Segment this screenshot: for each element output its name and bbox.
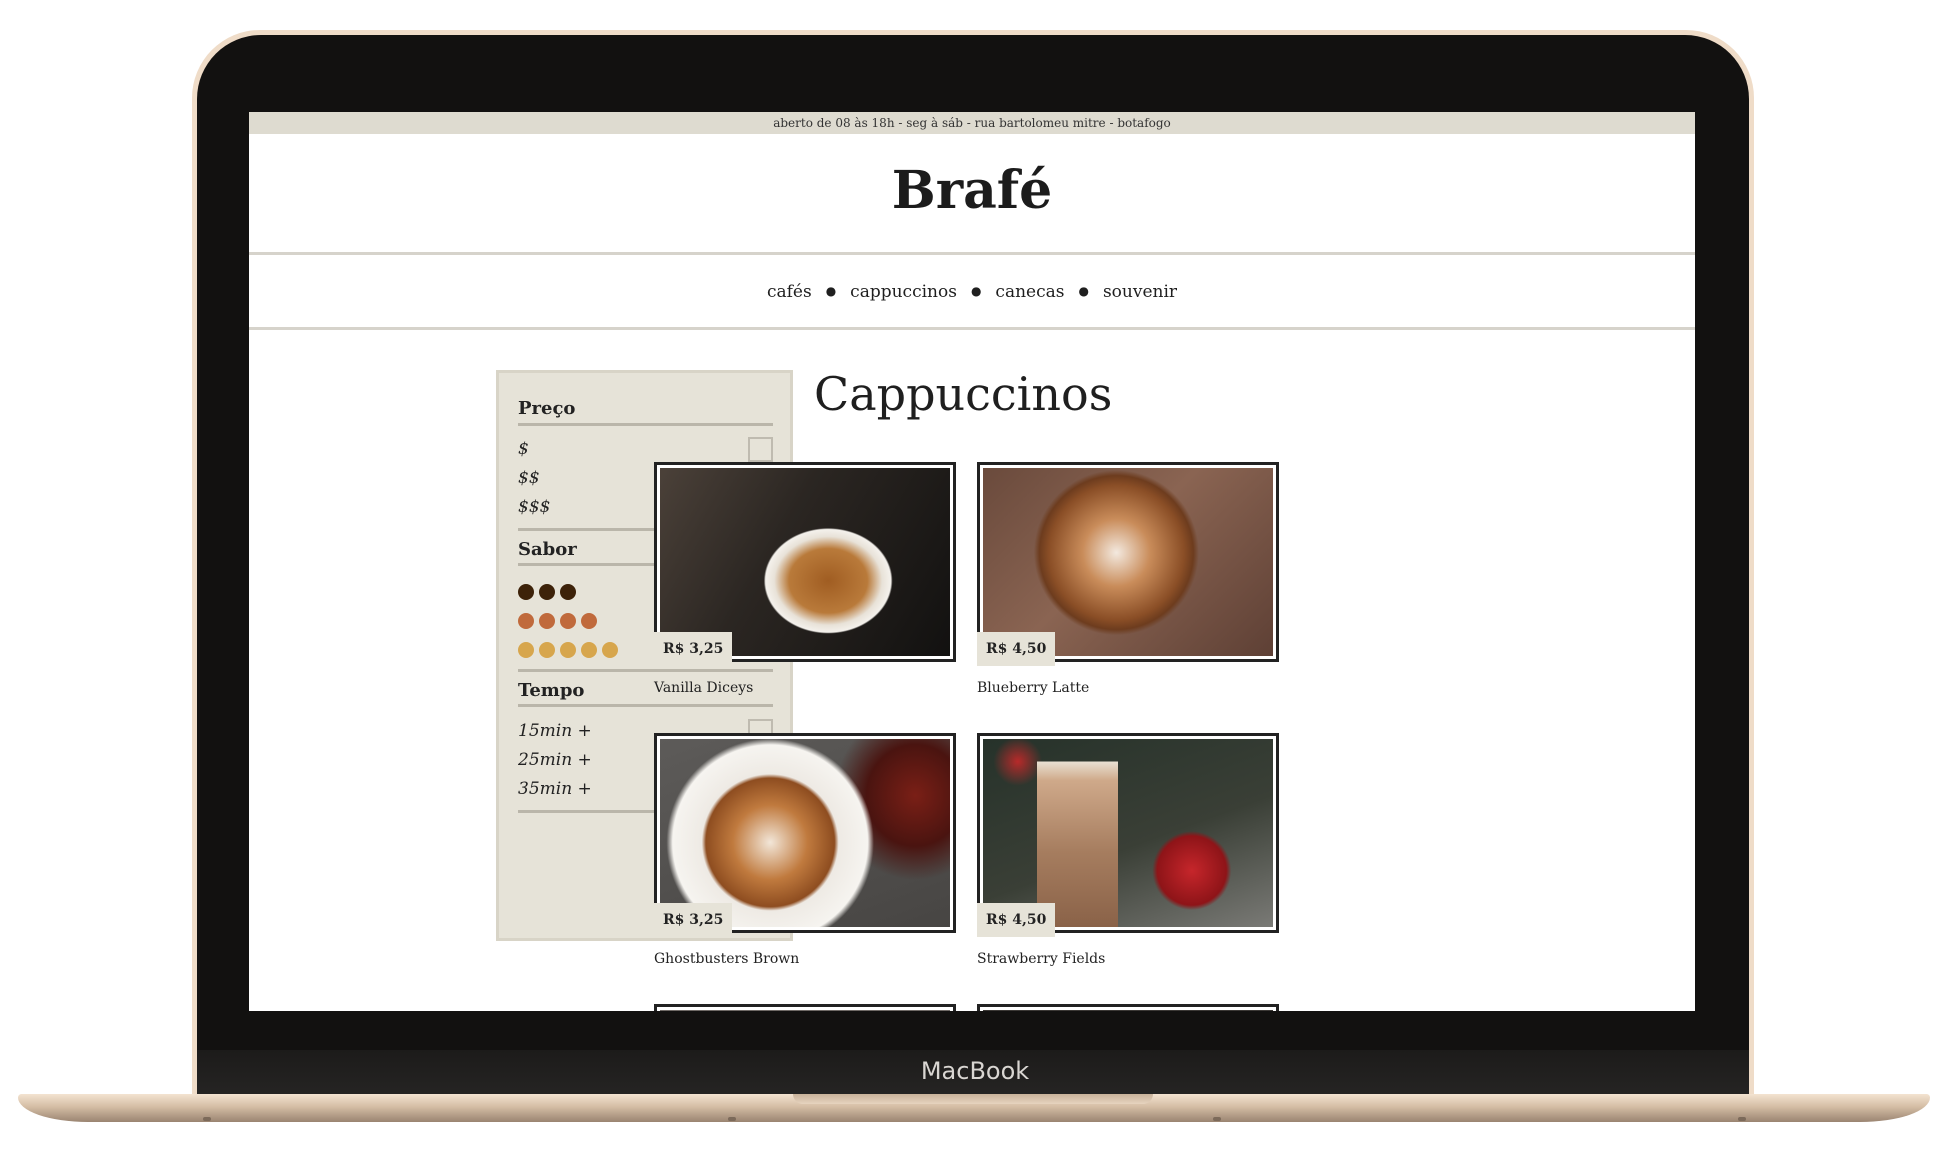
nav-item-cafes[interactable]: cafés	[767, 282, 812, 302]
price-tag: R$ 4,50	[977, 903, 1056, 937]
filter-option-price-1[interactable]: $	[518, 437, 773, 463]
nav-divider	[249, 327, 1695, 330]
option-label: 25min +	[518, 750, 592, 770]
flavor-intensity-dots	[518, 584, 576, 600]
laptop-notch	[793, 1094, 1153, 1104]
flavor-dot	[560, 584, 576, 600]
option-label: $$	[518, 468, 540, 488]
option-label: 15min +	[518, 721, 592, 741]
nav-separator: ●	[1078, 284, 1089, 298]
main-nav: cafés ● cappuccinos ● canecas ● souvenir	[249, 282, 1695, 302]
product-image-frame[interactable]	[977, 1004, 1279, 1011]
flavor-dot	[560, 642, 576, 658]
flavor-dot	[539, 584, 555, 600]
laptop-foot	[728, 1117, 736, 1121]
product-photo	[660, 468, 950, 656]
flavor-dot	[581, 642, 597, 658]
filter-price-title: Preço	[518, 398, 576, 419]
filter-time-title: Tempo	[518, 680, 585, 701]
browser-screen: aberto de 08 às 18h - seg à sáb - rua ba…	[249, 112, 1695, 1011]
checkbox[interactable]	[748, 437, 773, 462]
header-divider	[249, 252, 1695, 255]
flavor-dot	[602, 642, 618, 658]
device-brand-label: MacBook	[920, 1057, 1030, 1085]
product-photo	[983, 739, 1273, 927]
option-label: $$$	[518, 497, 551, 517]
section-rule	[518, 423, 773, 426]
section-rule	[518, 704, 773, 707]
flavor-dot	[539, 613, 555, 629]
product-name[interactable]: Strawberry Fields	[977, 951, 1105, 967]
filter-flavor-title: Sabor	[518, 539, 577, 560]
nav-item-cappuccinos[interactable]: cappuccinos	[850, 282, 957, 302]
info-bar: aberto de 08 às 18h - seg à sáb - rua ba…	[249, 112, 1695, 134]
product-photo	[983, 1010, 1273, 1011]
product-photo	[660, 739, 950, 927]
option-label: 35min +	[518, 779, 592, 799]
option-label: $	[518, 439, 529, 459]
product-name[interactable]: Vanilla Diceys	[654, 680, 753, 696]
product-name[interactable]: Ghostbusters Brown	[654, 951, 799, 967]
nav-separator: ●	[970, 284, 982, 298]
product-photo	[983, 468, 1273, 656]
site-logo[interactable]: Brafé	[249, 160, 1695, 221]
product-image-frame[interactable]	[654, 1004, 956, 1011]
laptop-foot	[1213, 1117, 1221, 1121]
page-title: Cappuccinos	[814, 367, 1113, 421]
flavor-dot	[518, 642, 534, 658]
flavor-dot	[560, 613, 576, 629]
laptop-foot	[1738, 1117, 1746, 1121]
nav-separator: ●	[825, 284, 837, 298]
nav-item-souvenir[interactable]: souvenir	[1103, 282, 1177, 302]
section-rule	[518, 669, 773, 672]
price-tag: R$ 3,25	[654, 632, 733, 666]
product-photo	[660, 1010, 950, 1011]
price-tag: R$ 4,50	[977, 632, 1056, 666]
flavor-intensity-dots	[518, 642, 618, 658]
flavor-dot	[539, 642, 555, 658]
flavor-dot	[581, 613, 597, 629]
price-tag: R$ 3,25	[654, 903, 733, 937]
product-name[interactable]: Blueberry Latte	[977, 680, 1089, 696]
laptop-foot	[203, 1117, 211, 1121]
flavor-intensity-dots	[518, 613, 597, 629]
flavor-dot	[518, 613, 534, 629]
nav-item-canecas[interactable]: canecas	[995, 282, 1064, 302]
flavor-dot	[518, 584, 534, 600]
